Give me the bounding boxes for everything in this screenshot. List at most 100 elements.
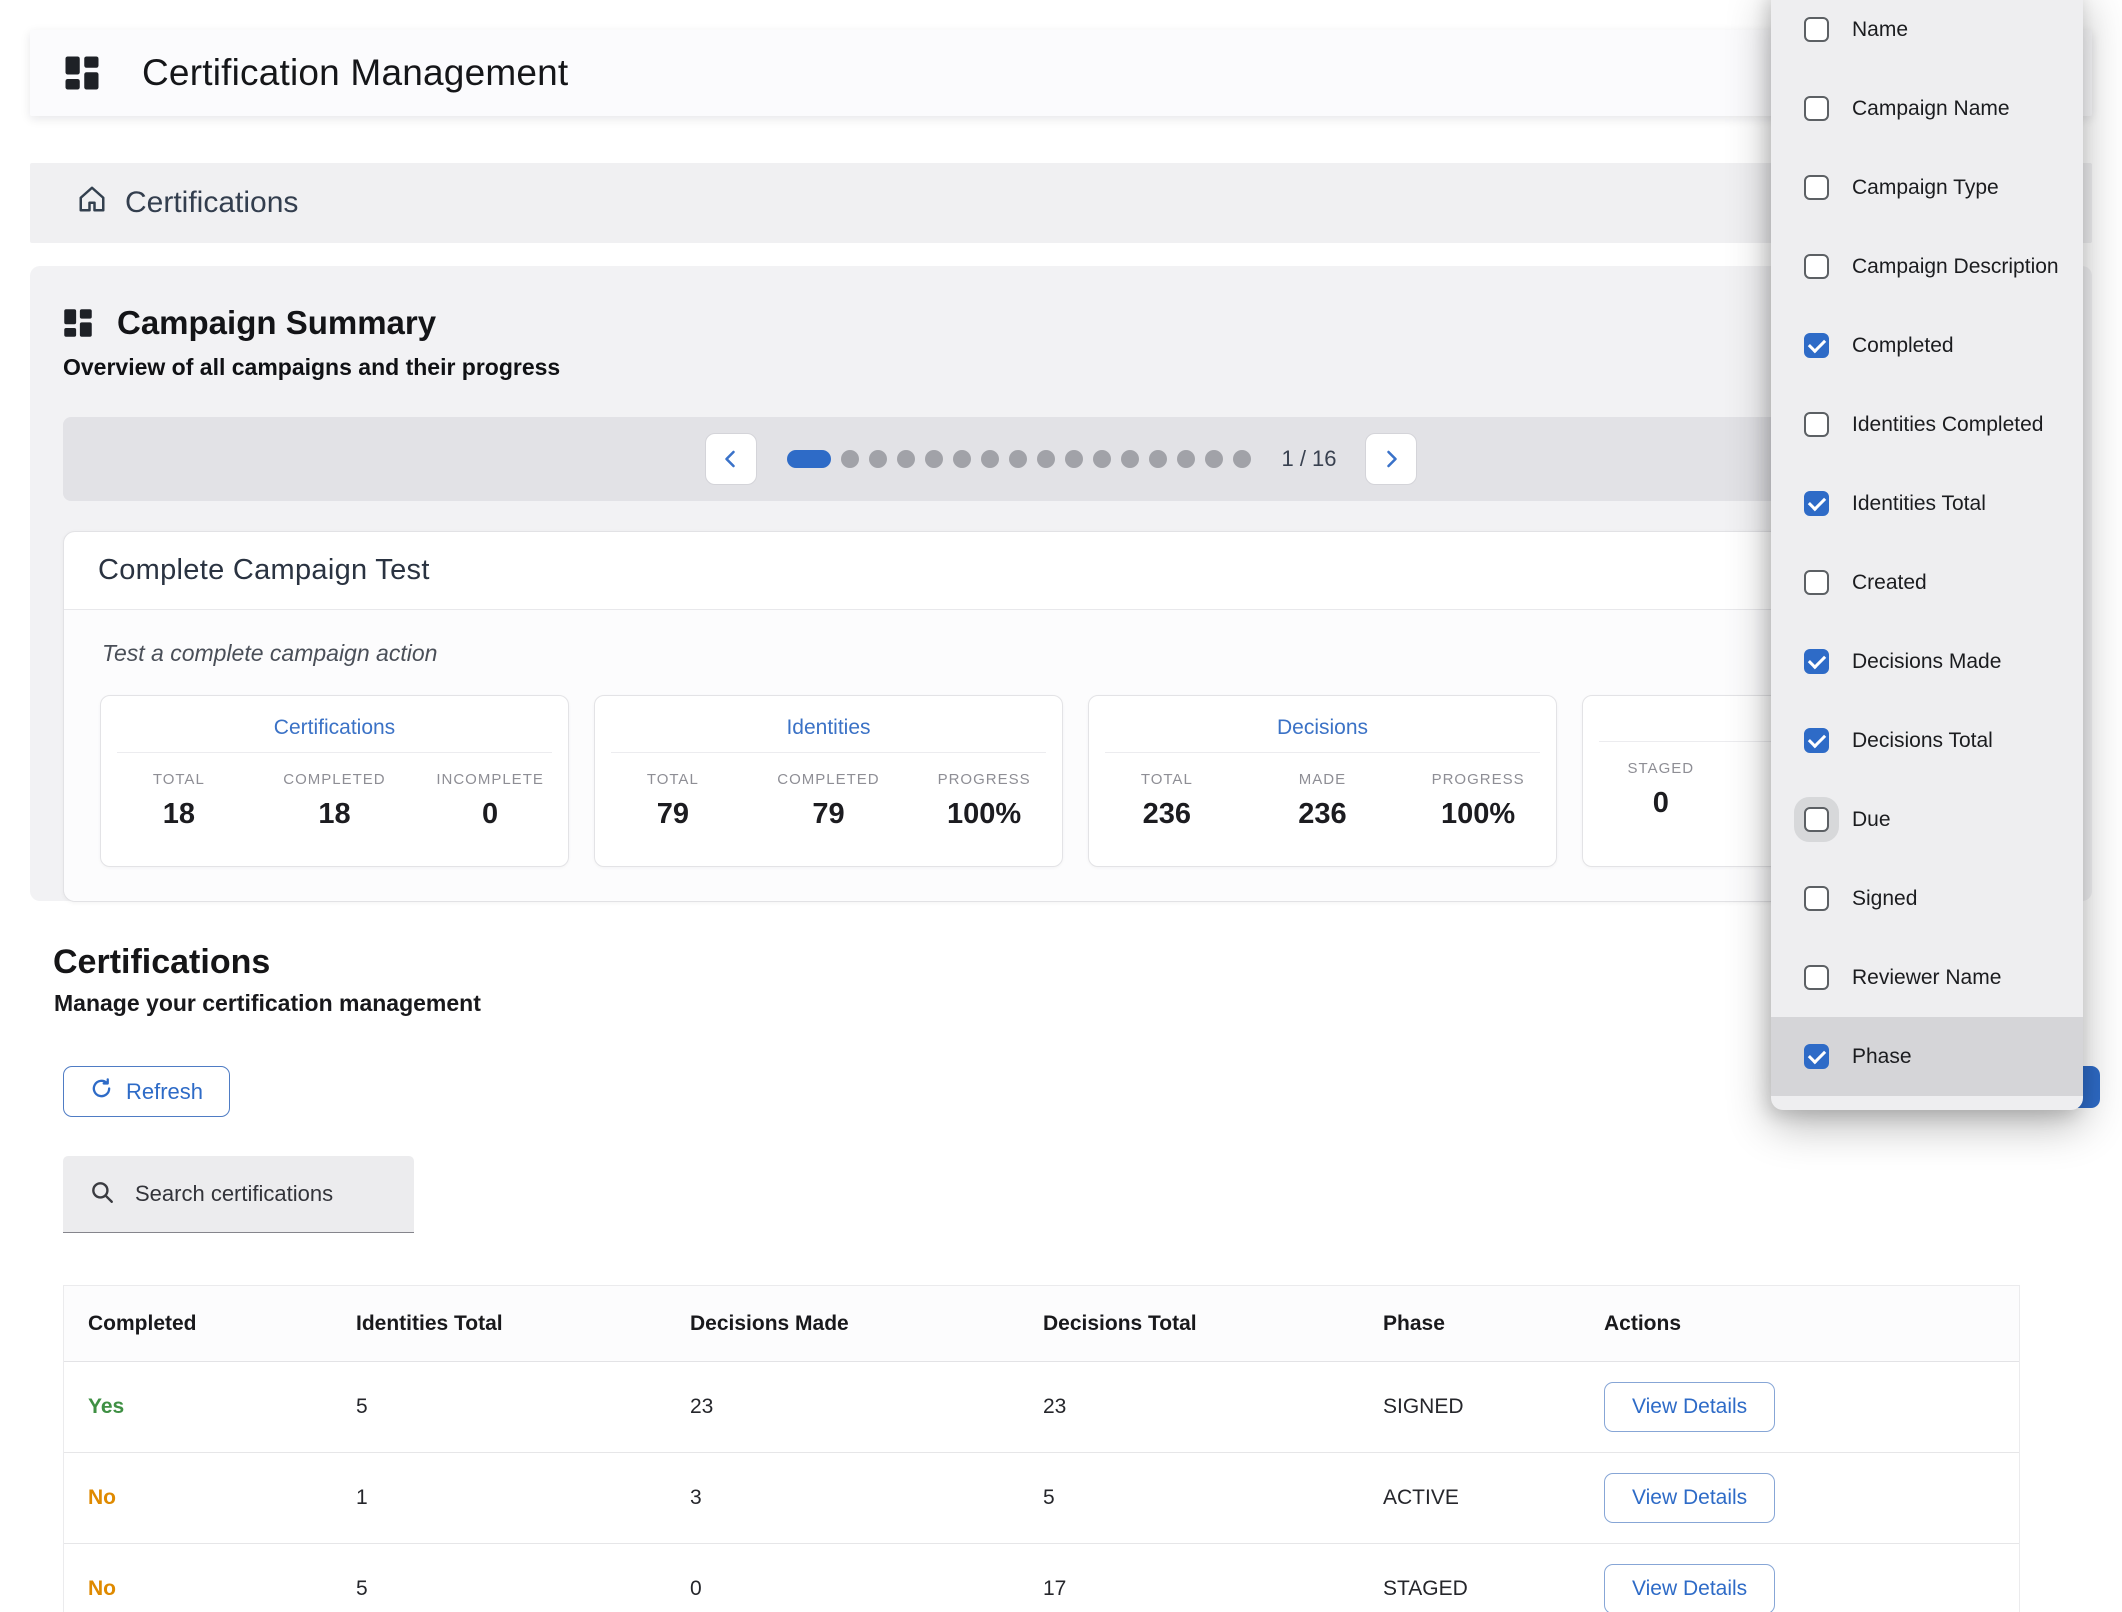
view-details-button[interactable]: View Details [1604,1382,1775,1432]
metric-value: 79 [595,798,751,831]
column-menu-item[interactable]: Created [1771,543,2083,622]
table-row: No135ACTIVEView Details [64,1453,2019,1544]
actions-cell: View Details [1604,1473,2019,1523]
carousel-dot[interactable] [925,450,943,468]
carousel-dot[interactable] [1037,450,1055,468]
metric-label: TOTAL [101,771,257,788]
carousel-dot[interactable] [1121,450,1139,468]
stat-card-title: Certifications [117,716,552,753]
search-icon [89,1179,115,1210]
checkbox-checked[interactable] [1804,1044,1829,1069]
column-menu-item[interactable]: Identities Total [1771,464,2083,543]
column-visibility-menu: Name Campaign NameCampaign TypeCampaign D… [1771,0,2083,1110]
certifications-subtitle: Manage your certification management [54,990,481,1017]
stat-card-title: Decisions [1105,716,1540,753]
checkbox-checked[interactable] [1804,728,1829,753]
column-menu-item[interactable]: Identities Completed [1771,385,2083,464]
checkbox-unchecked[interactable] [1804,886,1829,911]
checkbox-unchecked[interactable] [1804,965,1829,990]
carousel-dot[interactable] [1177,450,1195,468]
checkbox-unchecked[interactable] [1804,96,1829,121]
carousel-dot[interactable] [981,450,999,468]
column-menu-item-label: Due [1852,808,1891,832]
checkbox-checked[interactable] [1804,491,1829,516]
refresh-button[interactable]: Refresh [63,1066,230,1117]
carousel-dot[interactable] [841,450,859,468]
stat-metric: COMPLETED 18 [257,771,413,831]
column-menu-item[interactable]: Name [1771,0,2083,69]
metric-label: PROGRESS [1400,771,1556,788]
section-title: Campaign Summary [117,304,436,342]
carousel-prev-button[interactable] [705,433,757,485]
column-menu-item[interactable]: Decisions Total [1771,701,2083,780]
stat-metric: TOTAL18 [101,771,257,831]
metric-label: COMPLETED [257,771,413,788]
stat-metric: PROGRESS100% [1400,771,1556,831]
stat-metric: PROGRESS100% [906,771,1062,831]
column-menu-item[interactable]: Due [1771,780,2083,859]
metric-value: 18 [257,798,413,831]
stat-metric: INCOMPLETE0 [412,771,568,831]
column-menu-item[interactable]: Campaign Description [1771,227,2083,306]
metric-value: 236 [1245,798,1401,831]
page: Certification Management Certifications … [0,0,2122,1612]
stat-card-title: Identities [611,716,1046,753]
carousel-dot[interactable] [1009,450,1027,468]
column-menu-item[interactable]: Decisions Made [1771,622,2083,701]
phase-cell: STAGED [1383,1577,1604,1601]
column-menu-item[interactable]: Phase [1771,1017,2083,1096]
identities-total-cell: 1 [356,1486,690,1510]
column-header: Completed [88,1312,356,1336]
carousel-dot[interactable] [869,450,887,468]
view-details-button[interactable]: View Details [1604,1564,1775,1612]
decisions-total-cell: 5 [1043,1486,1383,1510]
metric-label: INCOMPLETE [412,771,568,788]
metric-value: 79 [751,798,907,831]
carousel-dot[interactable] [1233,450,1251,468]
carousel-next-button[interactable] [1365,433,1417,485]
decisions-made-cell: 23 [690,1395,1043,1419]
certifications-table: CompletedIdentities TotalDecisions MadeD… [63,1285,2020,1612]
carousel-dot[interactable] [1065,450,1083,468]
breadcrumb-label: Certifications [125,186,298,220]
carousel-dot[interactable] [1205,450,1223,468]
campaign-card: Complete Campaign Test Test a complete c… [63,531,2059,902]
search-box [63,1156,414,1233]
checkbox-unchecked[interactable] [1804,17,1829,42]
column-menu-item[interactable]: Campaign Name [1771,69,2083,148]
checkbox-unchecked[interactable] [1804,175,1829,200]
carousel-dot[interactable] [897,450,915,468]
page-title: Certification Management [142,52,568,94]
column-menu-item-label: Reviewer Name [1852,966,2001,990]
column-menu-item[interactable]: Campaign Type [1771,148,2083,227]
column-menu-item[interactable]: Signed [1771,859,2083,938]
phase-cell: ACTIVE [1383,1486,1604,1510]
checkbox-unchecked[interactable] [1804,254,1829,279]
checkbox-unchecked[interactable] [1804,807,1829,832]
campaign-card-title: Complete Campaign Test [98,554,2024,587]
checkbox-checked[interactable] [1804,649,1829,674]
stat-metric: STAGED0 [1583,760,1739,820]
checkbox-unchecked[interactable] [1804,412,1829,437]
decisions-total-cell: 17 [1043,1577,1383,1601]
checkbox-checked[interactable] [1804,333,1829,358]
view-details-button[interactable]: View Details [1604,1473,1775,1523]
column-menu-item-label: Identities Total [1852,492,1986,516]
dashboard-icon [64,55,100,91]
carousel-dot[interactable] [1149,450,1167,468]
column-menu-item[interactable]: Completed [1771,306,2083,385]
checkbox-unchecked[interactable] [1804,570,1829,595]
column-menu-item-label: Name [1852,18,1908,42]
table-header-row: CompletedIdentities TotalDecisions MadeD… [64,1286,2019,1362]
carousel-dot[interactable] [1093,450,1111,468]
carousel-dot[interactable] [953,450,971,468]
identities-total-cell: 5 [356,1577,690,1601]
search-input[interactable] [135,1181,414,1207]
metric-label: MADE [1245,771,1401,788]
column-menu-item[interactable]: Reviewer Name [1771,938,2083,1017]
stat-metric: MADE 236 [1245,771,1401,831]
refresh-icon [90,1077,113,1106]
carousel-dot-active[interactable] [787,450,831,468]
decisions-total-cell: 23 [1043,1395,1383,1419]
decisions-made-cell: 0 [690,1577,1043,1601]
